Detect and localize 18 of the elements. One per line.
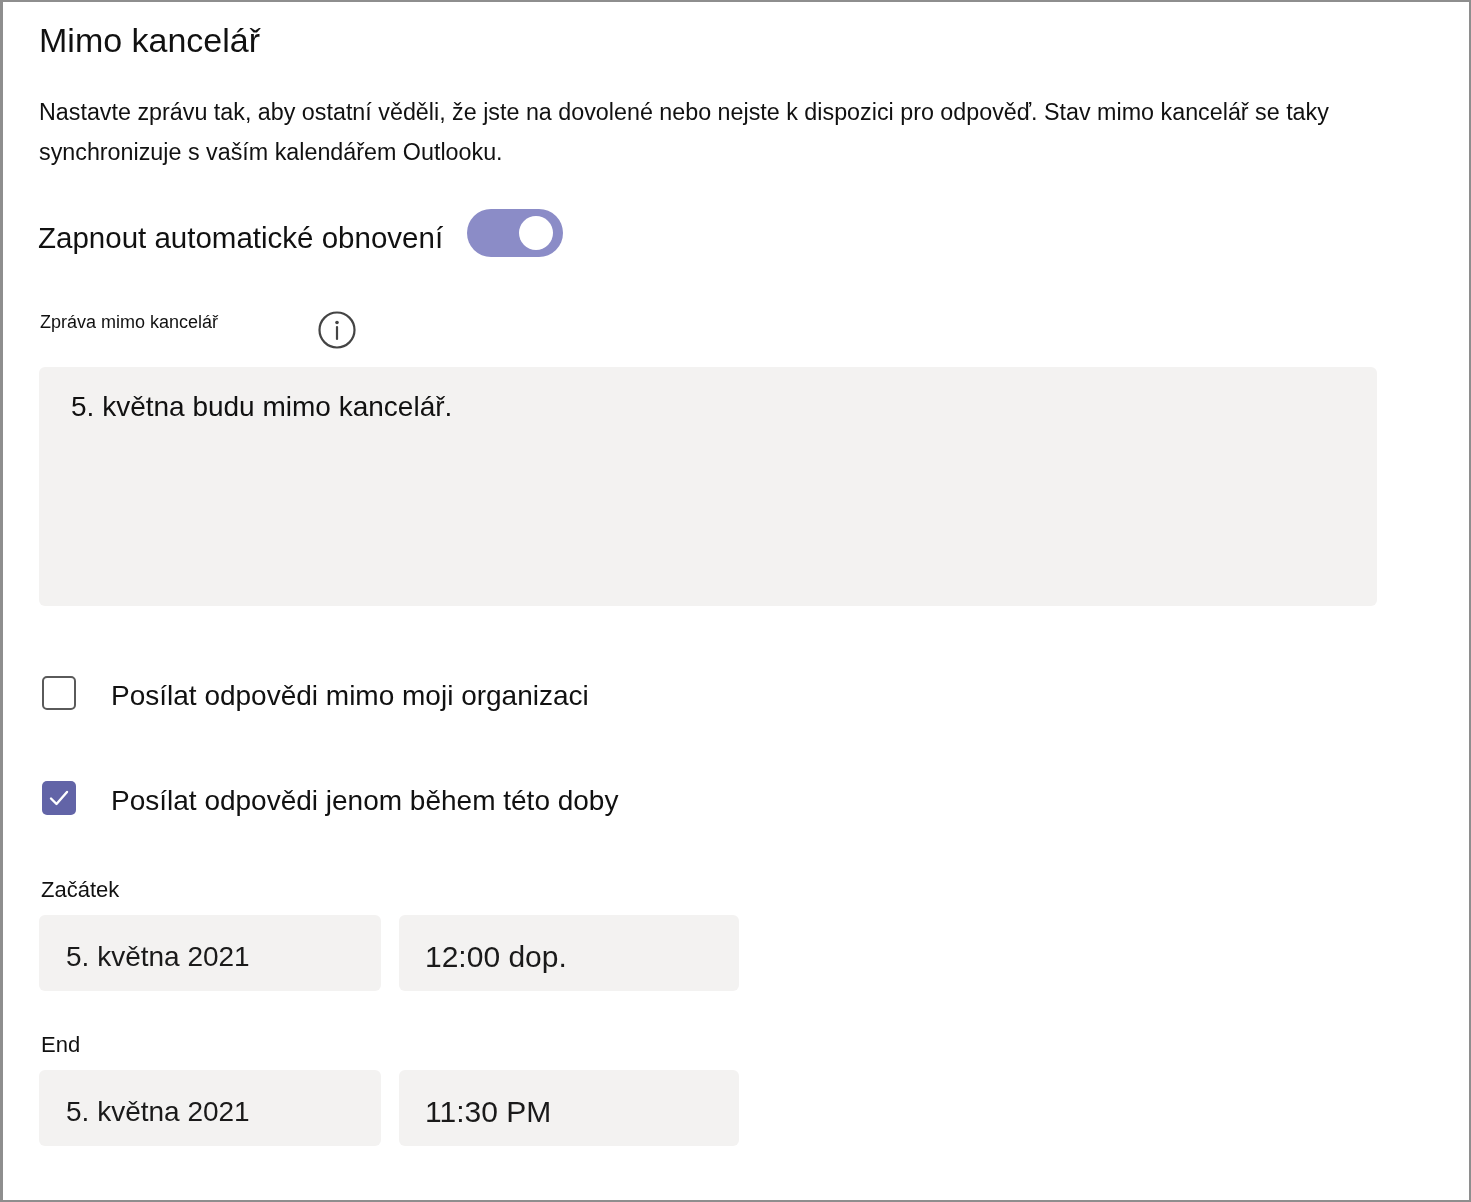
time-field[interactable]: 12:00 dop. <box>399 915 739 991</box>
time-field[interactable]: 11:30 PM <box>399 1070 739 1146</box>
checkbox-label: Posílat odpovědi mimo moji organizaci <box>111 679 589 713</box>
field-label: Zpráva mimo kancelář <box>40 311 219 333</box>
info-icon[interactable] <box>318 311 357 349</box>
description-text: Nastavte zprávu tak, aby ostatní věděli, že jste na dovolené nebo nejste k dispozici pro odpověď. Stav mimo kancelář se taky synchronizuje s vaším kalendářem Outlooku. <box>39 98 1330 167</box>
checkbox[interactable] <box>42 676 76 710</box>
date-field[interactable]: 5. května 2021 <box>39 915 381 991</box>
message-field[interactable]: 5. května budu mimo kancelář. <box>39 367 1377 606</box>
toggle-switch[interactable] <box>467 209 564 257</box>
page-title: Mimo kancelář <box>39 20 261 60</box>
check-icon <box>49 790 69 806</box>
field-label: Začátek <box>41 876 120 904</box>
checkbox-label: Posílat odpovědi jenom během této doby <box>111 784 619 818</box>
date-field[interactable]: 5. května 2021 <box>39 1070 381 1146</box>
toggle-label: Zapnout automatické obnovení <box>38 220 444 256</box>
checkbox[interactable] <box>42 781 76 815</box>
field-label: End <box>41 1031 81 1059</box>
